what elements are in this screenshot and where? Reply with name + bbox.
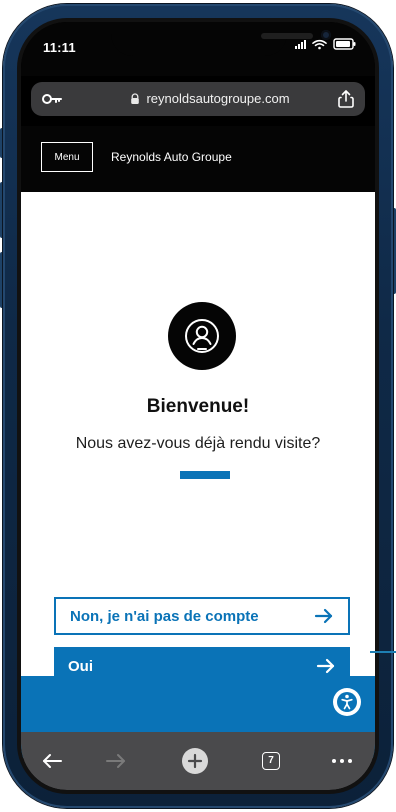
wifi-icon [312, 39, 327, 49]
brand-name[interactable]: Reynolds Auto Groupe [111, 150, 232, 164]
welcome-content: Bienvenue! Nous avez-vous déjà rendu vis… [21, 192, 375, 685]
app-screenshot-page: 11:11 reynoldsautogroupe.com Menu Reynol… [0, 0, 396, 812]
tabs-button[interactable]: 7 [257, 747, 285, 775]
user-avatar [168, 302, 236, 370]
accessibility-icon [337, 692, 357, 712]
browser-toolbar: 7 [21, 732, 375, 790]
tabs-icon: 7 [262, 752, 280, 770]
browser-address-bar[interactable]: reynoldsautogroupe.com [31, 82, 365, 116]
signal-icon [295, 39, 306, 49]
back-button[interactable] [38, 747, 66, 775]
accent-line [180, 471, 230, 479]
url-wrap[interactable]: reynoldsautogroupe.com [103, 91, 317, 106]
page-subtitle: Nous avez-vous déjà rendu visite? [75, 435, 321, 452]
arrow-right-icon [314, 608, 333, 624]
status-bar: 11:11 [21, 22, 375, 76]
forward-arrow-icon [106, 754, 125, 768]
phone-inner-bezel: 11:11 reynoldsautogroupe.com Menu Reynol… [17, 18, 379, 794]
more-icon [332, 759, 352, 763]
phone-frame: 11:11 reynoldsautogroupe.com Menu Reynol… [3, 4, 393, 808]
user-circle-icon [185, 319, 219, 353]
forward-button[interactable] [102, 747, 130, 775]
no-account-button-label: Non, je n'ai pas de compte [70, 607, 259, 625]
external-connector-line [370, 651, 396, 653]
phone-screen: 11:11 reynoldsautogroupe.com Menu Reynol… [21, 22, 375, 790]
key-icon[interactable] [41, 92, 63, 106]
no-account-button[interactable]: Non, je n'ai pas de compte [54, 597, 350, 635]
back-arrow-icon [43, 754, 62, 768]
yes-button-label: Oui [68, 657, 93, 675]
url-text[interactable]: reynoldsautogroupe.com [146, 91, 289, 106]
lock-icon [131, 92, 140, 104]
status-time: 11:11 [43, 40, 76, 55]
menu-button[interactable]: Menu [41, 142, 93, 172]
status-icons [295, 38, 357, 50]
site-navigation: Menu Reynolds Auto Groupe [21, 126, 375, 192]
accessibility-button[interactable] [333, 688, 361, 716]
more-button[interactable] [328, 747, 356, 775]
arrow-right-icon [316, 658, 335, 674]
new-tab-button[interactable] [181, 747, 209, 775]
phone-notch [111, 22, 331, 56]
share-icon[interactable] [337, 89, 355, 109]
page-title: Bienvenue! [146, 396, 250, 417]
battery-icon [333, 38, 356, 50]
plus-icon [182, 748, 208, 774]
